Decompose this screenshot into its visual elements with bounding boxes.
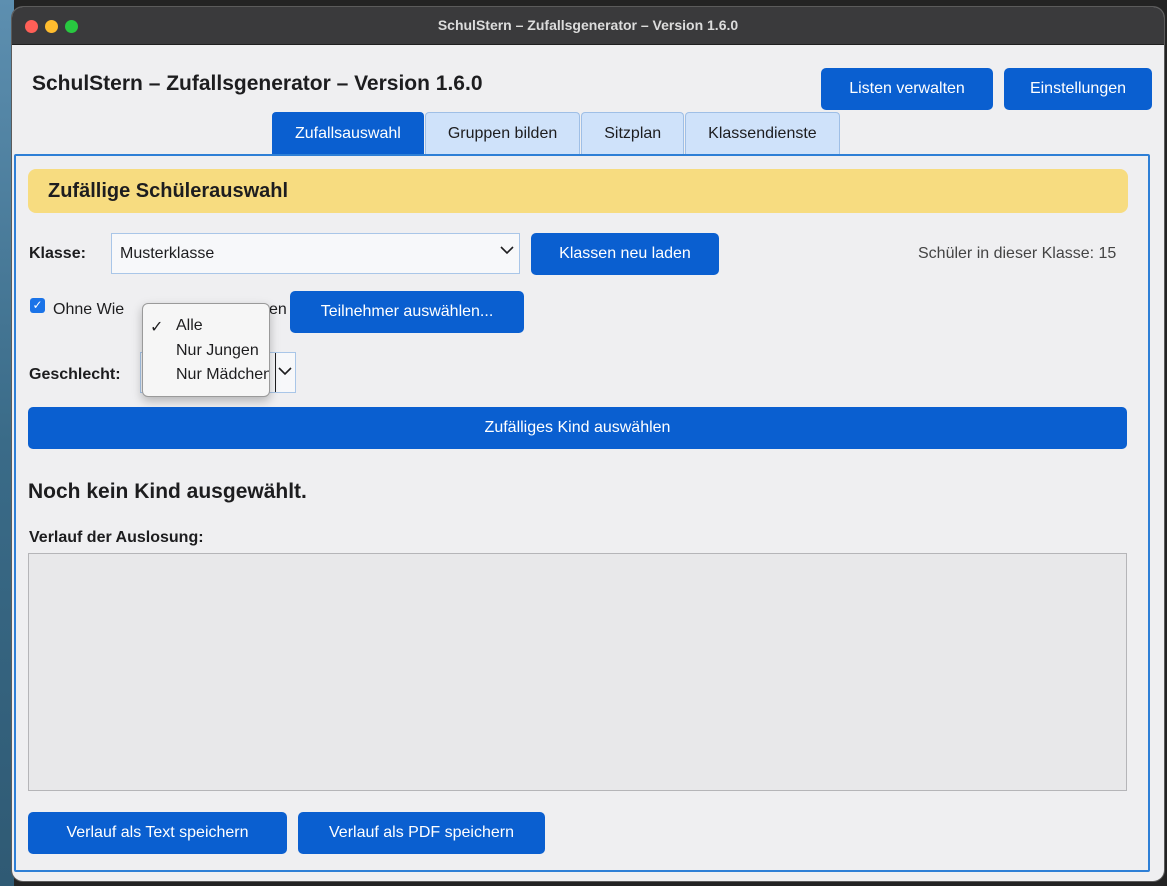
no-repeat-label-start: Ohne Wie — [53, 301, 125, 318]
gender-dropdown-menu: ✓ Alle Nur Jungen Nur Mädchen — [142, 303, 270, 397]
save-history-pdf-button[interactable]: Verlauf als PDF speichern — [298, 812, 545, 854]
selection-status: Noch kein Kind ausgewählt. — [28, 480, 307, 503]
title-bar[interactable]: SchulStern – Zufallsgenerator – Version … — [12, 7, 1164, 45]
no-repeat-checkbox[interactable]: ✓ — [30, 298, 45, 313]
select-participants-button[interactable]: Teilnehmer auswählen... — [290, 291, 524, 333]
no-repeat-label-end: en — [269, 301, 287, 318]
class-label: Klasse: — [29, 245, 86, 262]
student-count: Schüler in dieser Klasse: 15 — [918, 245, 1117, 262]
settings-button[interactable]: Einstellungen — [1004, 68, 1152, 110]
tab-sitzplan[interactable]: Sitzplan — [581, 112, 685, 154]
select-divider — [275, 353, 276, 392]
gender-option-alle[interactable]: Alle — [176, 317, 203, 335]
chevron-down-icon — [277, 363, 293, 382]
window-title: SchulStern – Zufallsgenerator – Version … — [437, 17, 739, 33]
reload-classes-button[interactable]: Klassen neu laden — [531, 233, 719, 275]
pick-random-child-button[interactable]: Zufälliges Kind auswählen — [28, 407, 1127, 449]
class-select-value: Musterklasse — [120, 244, 215, 262]
tab-klassendienste[interactable]: Klassendienste — [685, 112, 840, 154]
manage-lists-button[interactable]: Listen verwalten — [821, 68, 993, 110]
history-textarea[interactable] — [28, 553, 1127, 791]
app-title: SchulStern – Zufallsgenerator – Version … — [32, 72, 483, 95]
history-label: Verlauf der Auslosung: — [29, 529, 204, 546]
tab-bar: Zufallsauswahl Gruppen bilden Sitzplan K… — [272, 112, 841, 154]
save-history-text-button[interactable]: Verlauf als Text speichern — [28, 812, 287, 854]
tab-gruppen-bilden[interactable]: Gruppen bilden — [424, 112, 581, 154]
gender-option-maedchen[interactable]: Nur Mädchen — [176, 366, 269, 384]
class-select[interactable]: Musterklasse — [111, 233, 520, 274]
section-title: Zufällige Schülerauswahl — [28, 169, 1128, 213]
tab-zufallsauswahl[interactable]: Zufallsauswahl — [272, 112, 424, 154]
chevron-down-icon — [499, 242, 515, 261]
gender-label: Geschlecht: — [29, 366, 121, 383]
checkmark-icon: ✓ — [150, 319, 164, 336]
gender-option-jungen[interactable]: Nur Jungen — [176, 342, 259, 360]
